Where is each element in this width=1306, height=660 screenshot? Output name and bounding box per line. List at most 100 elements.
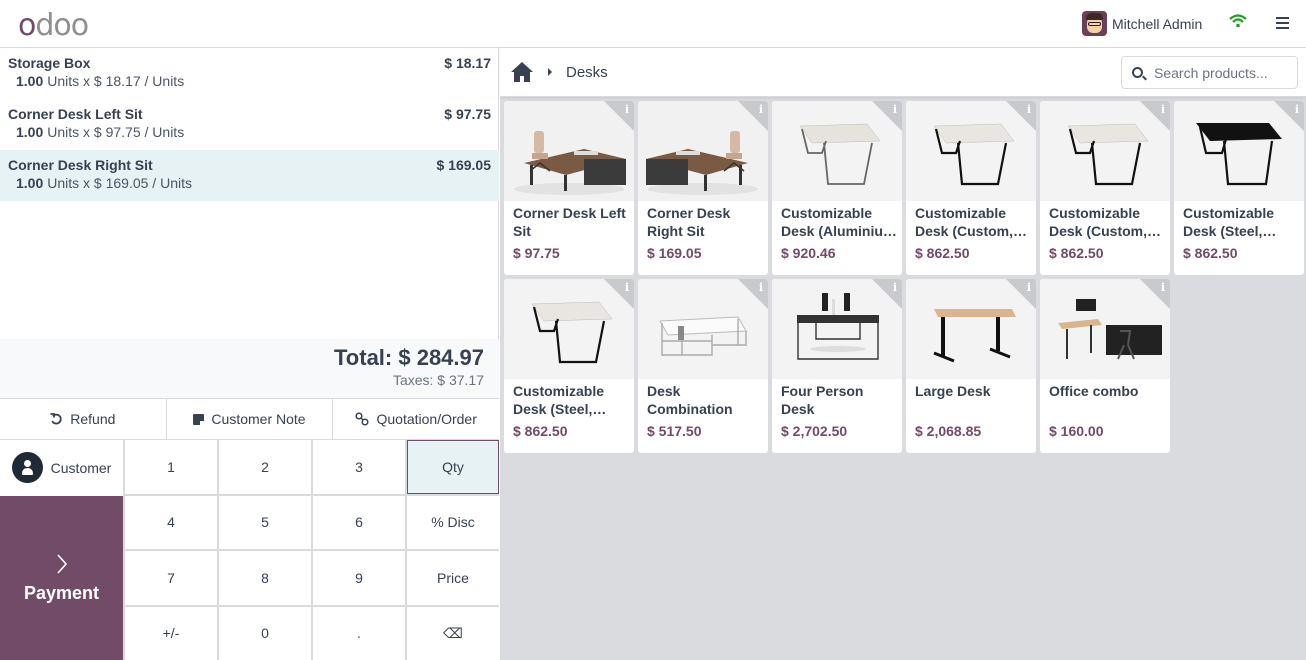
quotation-order-button[interactable]: Quotation/Order — [333, 399, 500, 439]
customer-button[interactable]: Customer — [0, 440, 123, 495]
product-price: $ 169.05 — [647, 245, 702, 261]
home-icon[interactable] — [510, 61, 534, 83]
product-grid: i Corner Desk Left Sit $ 97.75 i Corner Desk… — [504, 101, 1304, 453]
mode-price-button[interactable]: Price — [407, 551, 499, 605]
order-line[interactable]: Storage Box $ 18.17 1.00 Units x $ 18.17 … — [0, 48, 499, 99]
product-name: Corner Desk Right Sit — [647, 205, 731, 239]
numpad-key-6[interactable]: 6 — [313, 495, 405, 549]
product-info-button[interactable] — [738, 101, 768, 131]
numpad-key-7[interactable]: 7 — [125, 551, 217, 605]
refund-label: Refund — [70, 411, 116, 427]
hamburger-menu-icon[interactable] — [1276, 17, 1289, 29]
info-icon: i — [1026, 281, 1031, 294]
search-icon — [1132, 67, 1143, 78]
product-card[interactable]: i Corner Desk Left Sit $ 97.75 — [504, 101, 634, 275]
order-total: Total: $ 284.97 — [334, 345, 484, 370]
product-info-button[interactable] — [604, 279, 634, 309]
product-info-button[interactable] — [1006, 101, 1036, 131]
product-name: Customizable Desk (Custom,… — [915, 205, 1028, 239]
info-icon: i — [758, 281, 763, 294]
link-icon — [355, 412, 370, 426]
numpad: 1 2 3 Qty 4 5 6 % Disc 7 8 9 Price +/- 0… — [123, 440, 499, 660]
product-card[interactable]: i Customizable Desk (Steel,… $ 862.50 — [504, 279, 634, 453]
numpad-key-2[interactable]: 2 — [219, 440, 311, 494]
product-name: Customizable Desk (Aluminiu… — [781, 205, 897, 239]
order-line-price: $ 18.17 — [444, 55, 491, 71]
numpad-key-8[interactable]: 8 — [219, 551, 311, 605]
product-price: $ 160.00 — [1049, 423, 1104, 439]
product-info-button[interactable] — [604, 101, 634, 131]
order-line-selected[interactable]: Corner Desk Right Sit $ 169.05 1.00 Units… — [0, 150, 499, 201]
product-name: Customizable Desk (Steel,… — [1183, 205, 1277, 239]
mode-qty-button[interactable]: Qty — [407, 440, 499, 494]
product-price: $ 2,068.85 — [915, 423, 982, 439]
user-avatar — [1082, 11, 1107, 36]
order-panel: Storage Box $ 18.17 1.00 Units x $ 18.17 … — [0, 48, 500, 660]
order-line-price: $ 97.75 — [444, 106, 491, 122]
order-line-detail: 1.00 Units x $ 97.75 / Units — [8, 124, 491, 140]
product-card[interactable]: i Customizable Desk (Steel,… $ 862.50 — [1174, 101, 1304, 275]
product-info-button[interactable] — [1140, 279, 1170, 309]
order-line-qty: 1.00 — [16, 124, 44, 140]
payment-label: Payment — [23, 582, 100, 603]
product-card[interactable]: i Large Desk $ 2,068.85 — [906, 279, 1036, 453]
product-card[interactable]: i Four Person Desk $ 2,702.50 — [772, 279, 902, 453]
product-info-button[interactable] — [1006, 279, 1036, 309]
product-name: Four Person Desk — [781, 383, 864, 417]
info-icon: i — [624, 103, 629, 116]
order-line-detail: 1.00 Units x $ 18.17 / Units — [8, 73, 491, 89]
info-icon: i — [892, 281, 897, 294]
quotation-order-label: Quotation/Order — [376, 411, 477, 427]
order-line-qty: 1.00 — [16, 73, 44, 89]
numpad-key-4[interactable]: 4 — [125, 495, 217, 549]
order-line-name: Storage Box — [8, 55, 91, 71]
search-input[interactable] — [1154, 63, 1292, 83]
numpad-key-9[interactable]: 9 — [313, 551, 405, 605]
numpad-key-1[interactable]: 1 — [125, 440, 217, 494]
numpad-key-3[interactable]: 3 — [313, 440, 405, 494]
numpad-sign-toggle[interactable]: +/- — [125, 606, 217, 660]
numpad-key-5[interactable]: 5 — [219, 495, 311, 549]
product-screen: Desks i Corner Desk Left Sit $ 97.75 i Corne… — [500, 48, 1306, 660]
product-name: Customizable Desk (Custom,… — [1049, 205, 1162, 239]
odoo-logo: odoo — [18, 8, 89, 43]
product-card[interactable]: i Customizable Desk (Custom,… $ 862.50 — [1040, 101, 1170, 275]
caret-right-icon — [548, 68, 552, 76]
numpad-decimal[interactable]: . — [313, 606, 405, 660]
product-info-button[interactable] — [872, 279, 902, 309]
product-name: Office combo — [1049, 383, 1139, 399]
breadcrumb-category[interactable]: Desks — [566, 64, 608, 81]
numpad-key-0[interactable]: 0 — [219, 606, 311, 660]
product-price: $ 97.75 — [513, 245, 560, 261]
product-info-button[interactable] — [872, 101, 902, 131]
product-card[interactable]: i Corner Desk Right Sit $ 169.05 — [638, 101, 768, 275]
product-price: $ 862.50 — [1049, 245, 1104, 261]
backspace-icon[interactable]: ⌫ — [407, 606, 499, 660]
customer-label: Customer — [50, 459, 112, 476]
customer-note-button[interactable]: Customer Note — [166, 399, 334, 439]
product-info-button[interactable] — [1274, 101, 1304, 131]
product-price: $ 920.46 — [781, 245, 836, 261]
payment-button[interactable]: Payment — [0, 496, 123, 660]
product-card[interactable]: i Customizable Desk (Aluminiu… $ 920.46 — [772, 101, 902, 275]
chevron-right-icon — [56, 553, 68, 575]
control-buttons: Refund Customer Note Quotation/Order — [0, 398, 500, 440]
user-name: Mitchell Admin — [1112, 15, 1203, 32]
product-card[interactable]: i Customizable Desk (Custom,… $ 862.50 — [906, 101, 1036, 275]
order-line-unit: Units x $ 18.17 / Units — [47, 73, 185, 89]
product-card[interactable]: i Desk Combination $ 517.50 — [638, 279, 768, 453]
info-icon: i — [1026, 103, 1031, 116]
refund-button[interactable]: Refund — [0, 399, 167, 439]
user-menu[interactable]: Mitchell Admin — [1082, 11, 1202, 36]
mode-discount-button[interactable]: % Disc — [407, 495, 499, 549]
product-search[interactable] — [1121, 56, 1298, 89]
product-info-button[interactable] — [1140, 101, 1170, 131]
product-info-button[interactable] — [738, 279, 768, 309]
order-line-detail: 1.00 Units x $ 169.05 / Units — [8, 175, 491, 191]
product-name: Corner Desk Left Sit — [513, 205, 626, 239]
top-bar: odoo Mitchell Admin — [0, 0, 1306, 48]
product-card[interactable]: i Office combo $ 160.00 — [1040, 279, 1170, 453]
info-icon: i — [1294, 103, 1299, 116]
order-line-name: Corner Desk Left Sit — [8, 106, 143, 122]
order-line[interactable]: Corner Desk Left Sit $ 97.75 1.00 Units x… — [0, 99, 499, 150]
